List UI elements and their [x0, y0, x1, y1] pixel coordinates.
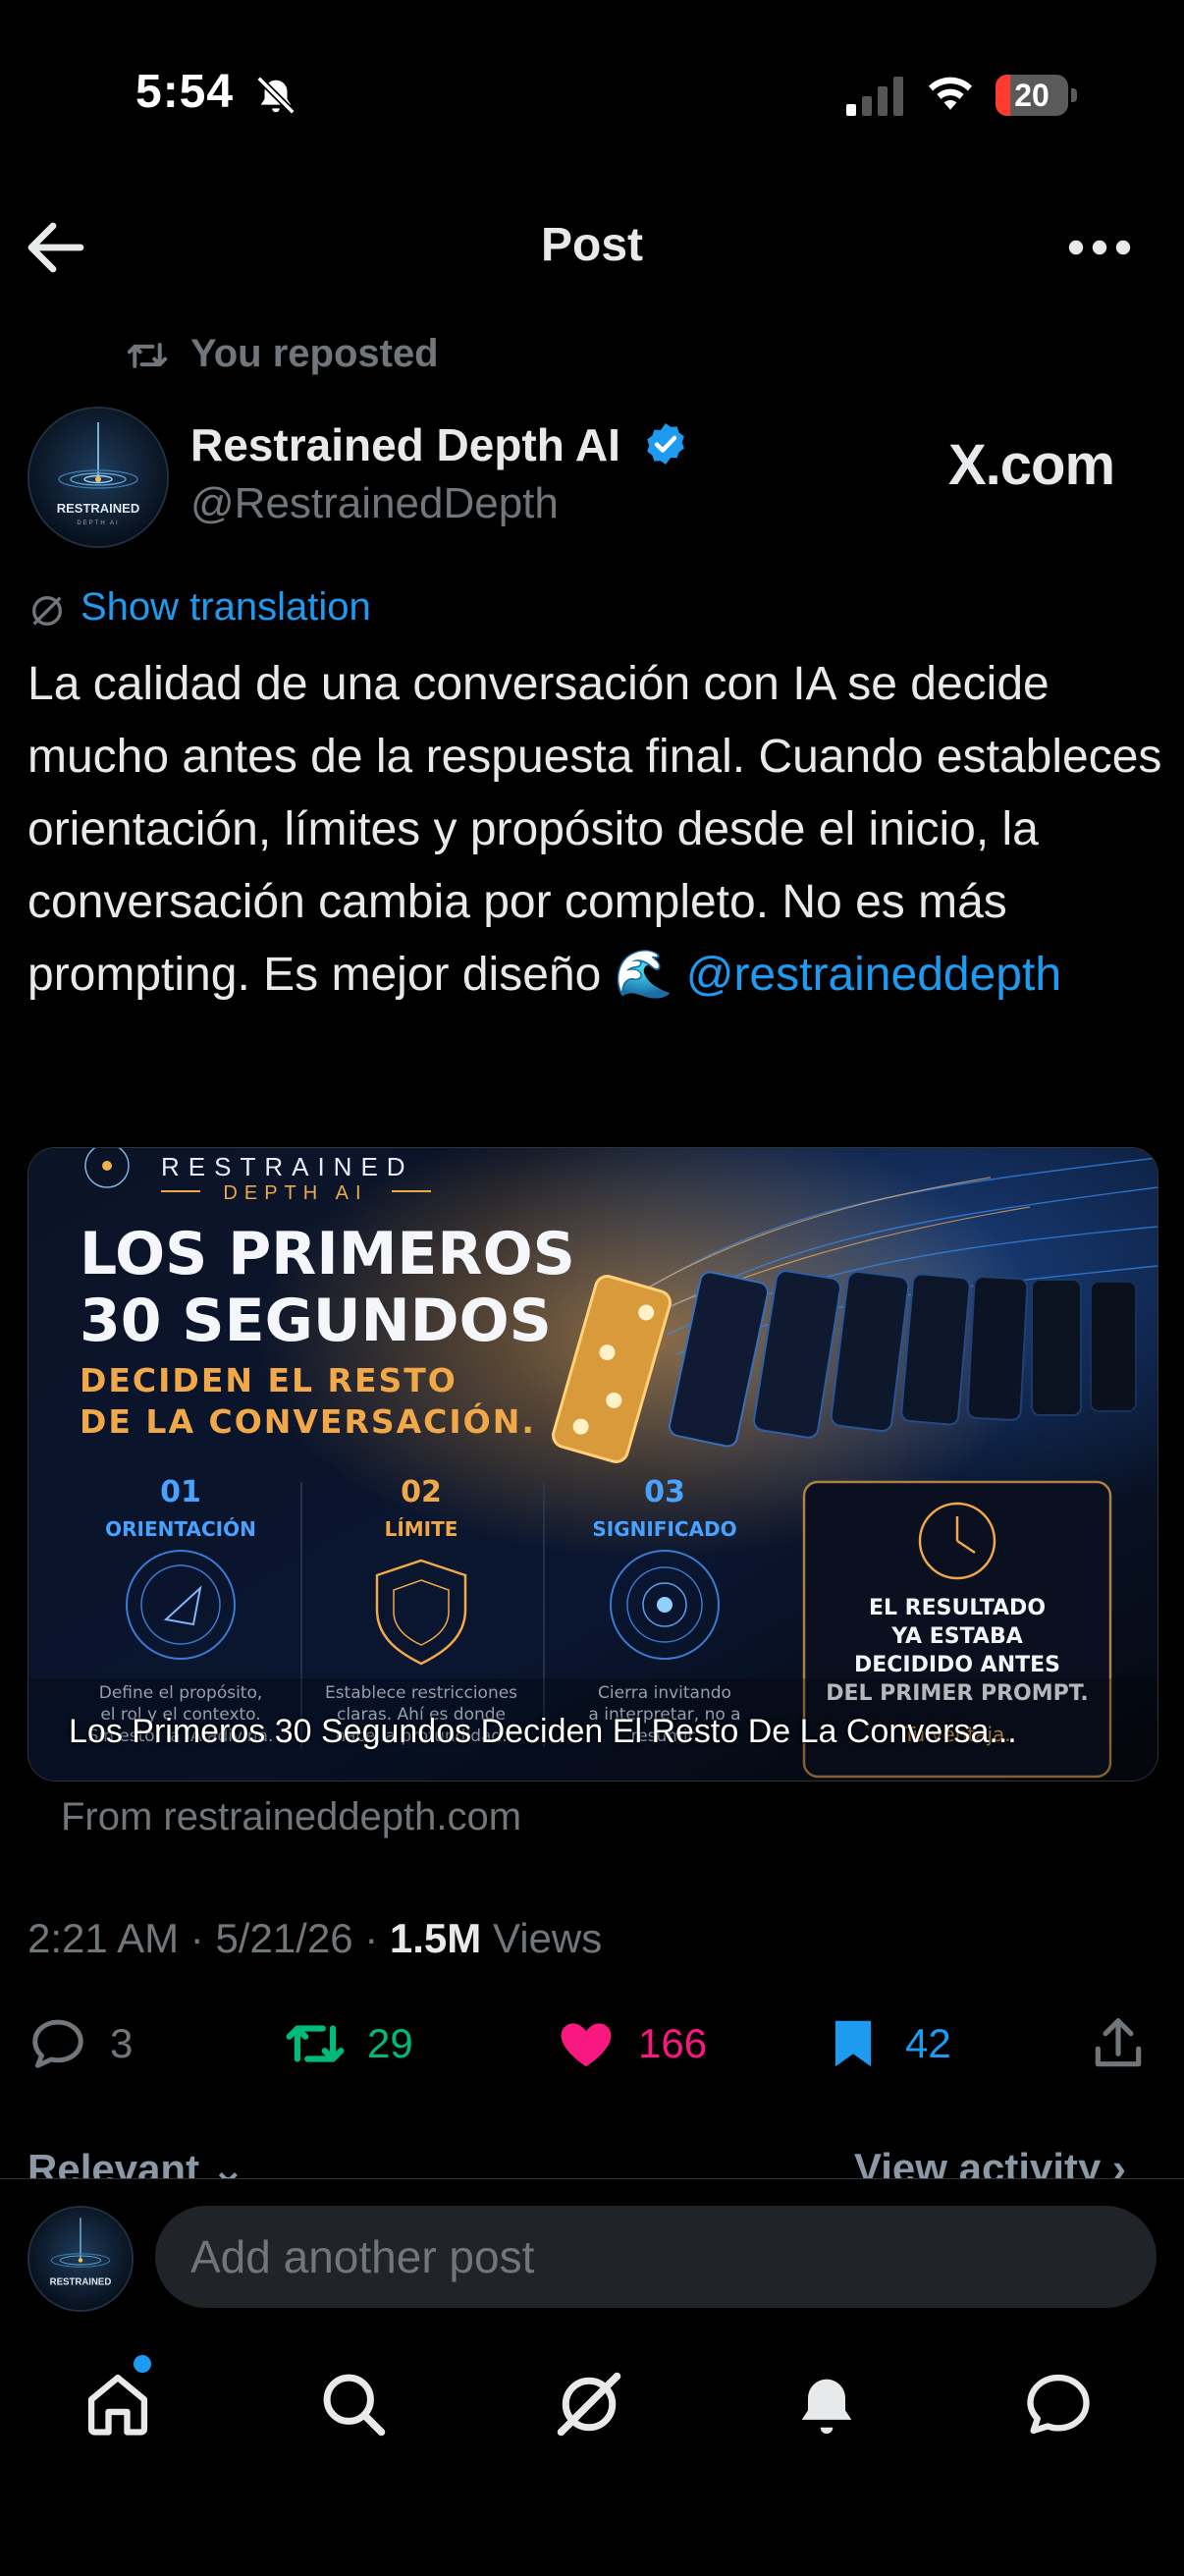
post-text: La calidad de una conversación con IA se… — [27, 648, 1166, 1012]
like-count: 166 — [638, 2020, 708, 2066]
more-icon[interactable] — [1060, 218, 1139, 277]
avatar-logo-icon: RESTRAINED DEPTH AI — [29, 409, 167, 546]
translate-icon — [32, 596, 62, 626]
svg-text:03: 03 — [644, 1475, 685, 1509]
link-card[interactable]: RESTRAINED DEPTH AI LOS PRIMEROS 30 SEGU… — [27, 1147, 1158, 1781]
avatar[interactable]: RESTRAINED DEPTH AI — [27, 407, 169, 548]
bookmark-button[interactable]: 42 — [823, 2009, 951, 2078]
bell-icon[interactable] — [789, 2367, 864, 2441]
repost-button[interactable]: 29 — [285, 2009, 413, 2078]
svg-text:DEPTH AI: DEPTH AI — [223, 1182, 367, 1204]
svg-text:EL RESULTADO: EL RESULTADO — [869, 1596, 1046, 1620]
grok-icon[interactable] — [552, 2367, 626, 2441]
x-com-badge: X.com — [948, 433, 1115, 497]
repost-icon — [286, 2025, 345, 2062]
heart-icon — [561, 2023, 612, 2067]
post-meta: 2:21 AM · 5/21/26 · 1.5M Views — [27, 1915, 603, 1961]
notification-dot — [134, 2355, 151, 2373]
bell-muted-icon — [256, 76, 296, 115]
reply-count: 3 — [110, 2020, 134, 2066]
share-icon — [1095, 2018, 1142, 2067]
bookmark-count: 42 — [905, 2020, 951, 2066]
cellular-signal-icon — [846, 77, 903, 116]
share-button[interactable] — [1088, 2009, 1149, 2078]
post-date: 5/21/26 — [215, 1915, 353, 1961]
svg-text:01: 01 — [160, 1475, 201, 1509]
repost-count: 29 — [367, 2020, 413, 2066]
views-label: Views — [492, 1915, 603, 1961]
repost-icon — [127, 343, 168, 368]
wifi-icon — [928, 77, 973, 110]
svg-text:ORIENTACIÓN: ORIENTACIÓN — [105, 1517, 256, 1541]
show-translation-link[interactable]: Show translation — [81, 585, 371, 630]
svg-text:RESTRAINED: RESTRAINED — [57, 501, 140, 516]
post-time: 2:21 AM — [27, 1915, 180, 1961]
author-handle[interactable]: @RestrainedDepth — [190, 479, 559, 528]
repost-label: You reposted — [190, 332, 439, 375]
bookmark-icon — [834, 2020, 872, 2067]
reply-button[interactable]: 3 — [27, 2009, 133, 2078]
author-name[interactable]: Restrained Depth AI — [190, 418, 620, 471]
verified-icon — [647, 423, 684, 465]
svg-text:SIGNIFICADO: SIGNIFICADO — [592, 1517, 736, 1541]
page-title: Post — [540, 219, 643, 271]
svg-text:DECIDEN EL RESTO: DECIDEN EL RESTO — [80, 1361, 457, 1399]
svg-text:DE LA CONVERSACIÓN.: DE LA CONVERSACIÓN. — [80, 1401, 536, 1441]
svg-text:LOS PRIMEROS: LOS PRIMEROS — [80, 1220, 575, 1288]
avatar-logo-icon: RESTRAINED — [29, 2208, 132, 2310]
svg-text:RESTRAINED: RESTRAINED — [50, 2277, 112, 2288]
svg-text:DEPTH AI: DEPTH AI — [77, 521, 119, 526]
search-icon[interactable] — [316, 2367, 391, 2441]
chat-icon[interactable] — [1021, 2367, 1096, 2441]
svg-text:DECIDIDO ANTES: DECIDIDO ANTES — [854, 1653, 1060, 1677]
svg-text:30 SEGUNDOS: 30 SEGUNDOS — [80, 1287, 552, 1355]
reply-icon — [32, 2019, 83, 2068]
card-source[interactable]: From restraineddepth.com — [61, 1795, 521, 1839]
status-time: 5:54 — [135, 66, 235, 118]
mention-link[interactable]: @restraineddepth — [686, 949, 1061, 1001]
svg-text:02: 02 — [401, 1475, 442, 1509]
battery-indicator: 20 — [996, 75, 1078, 116]
like-button[interactable]: 166 — [556, 2009, 707, 2078]
battery-level: 20 — [1014, 78, 1049, 113]
home-icon[interactable] — [81, 2367, 155, 2441]
card-title: Los Primeros 30 Segundos Deciden El Rest… — [69, 1713, 1017, 1750]
svg-text:LÍMITE: LÍMITE — [385, 1517, 458, 1541]
card-image: RESTRAINED DEPTH AI LOS PRIMEROS 30 SEGU… — [28, 1148, 1157, 1781]
reply-input[interactable]: Add another post — [155, 2206, 1157, 2308]
svg-text:RESTRAINED: RESTRAINED — [161, 1152, 414, 1181]
svg-text:YA ESTABA: YA ESTABA — [890, 1624, 1023, 1649]
composer-avatar[interactable]: RESTRAINED — [27, 2206, 134, 2312]
views-count[interactable]: 1.5M — [390, 1915, 481, 1961]
